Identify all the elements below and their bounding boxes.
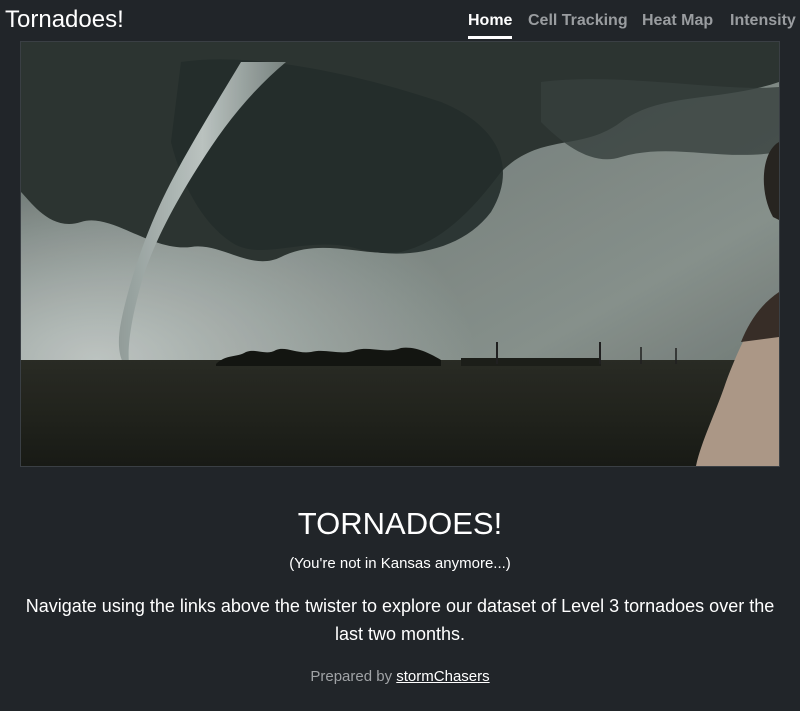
tornado-photo-illustration (21, 42, 779, 466)
nav-link-home[interactable]: Home (468, 11, 513, 39)
navbar: Tornadoes! Home Cell Tracking Heat Map I… (0, 0, 800, 41)
nav-link-cell-tracking[interactable]: Cell Tracking (528, 11, 628, 31)
page-description: Navigate using the links above the twist… (25, 596, 775, 644)
nav-link-intensity[interactable]: Intensity (730, 11, 796, 31)
brand-link[interactable]: Tornadoes! (5, 6, 124, 34)
nav-link-home-label: Home (468, 12, 513, 29)
storm-chasers-link[interactable]: stormChasers (396, 668, 489, 685)
nav-link-heat-map[interactable]: Heat Map (642, 11, 713, 31)
active-nav-indicator (468, 36, 513, 39)
credit-prefix: Prepared by (310, 668, 393, 685)
page-subtitle: (You're not in Kansas anymore...) (289, 555, 511, 572)
hero-tornado-image (20, 41, 780, 467)
credit-line: Prepared by stormChasers (0, 668, 800, 686)
page-title: TORNADOES! (297, 506, 503, 541)
